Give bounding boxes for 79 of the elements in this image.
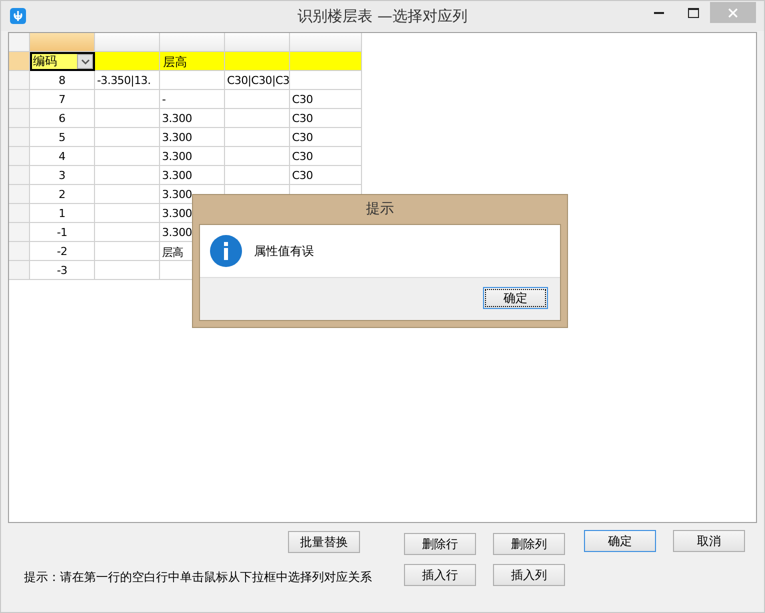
table-cell: [95, 147, 160, 166]
dialog-button[interactable]: 删除列: [493, 533, 565, 555]
table-cell: 3.300: [160, 128, 225, 147]
row-header[interactable]: [9, 90, 30, 109]
minimize-icon: [654, 12, 664, 14]
row-header[interactable]: [9, 204, 30, 223]
close-icon: [728, 8, 738, 18]
dialog-button[interactable]: 确定: [584, 530, 656, 552]
table-cell: C30: [290, 147, 362, 166]
row-header[interactable]: [9, 261, 30, 280]
table-cell: [95, 128, 160, 147]
table-cell: [95, 109, 160, 128]
table-cell: [95, 204, 160, 223]
dialog-message: 属性值有误: [254, 242, 314, 260]
table-cell: C30: [290, 166, 362, 185]
table-cell: [225, 128, 290, 147]
table-cell: 7: [30, 90, 95, 109]
row-header[interactable]: [9, 166, 30, 185]
table-cell: -1: [30, 223, 95, 242]
row-header[interactable]: [9, 147, 30, 166]
row-header[interactable]: [9, 109, 30, 128]
row-header[interactable]: [9, 71, 30, 90]
table-cell: 5: [30, 128, 95, 147]
dialog-button[interactable]: 批量替换: [288, 531, 360, 553]
row-header[interactable]: [9, 128, 30, 147]
table-cell: [225, 109, 290, 128]
maximize-icon: [688, 8, 698, 18]
column-header[interactable]: [95, 33, 160, 52]
dialog-title: 提示: [365, 200, 395, 219]
mapping-cell[interactable]: 层高: [160, 52, 225, 71]
table-cell: [95, 166, 160, 185]
dialog-button[interactable]: 取消: [673, 530, 745, 552]
column-header[interactable]: [225, 33, 290, 52]
row-header[interactable]: [9, 52, 30, 71]
app-logo-icon: [10, 8, 26, 24]
table-cell: -3: [30, 261, 95, 280]
table-cell: [95, 242, 160, 261]
table-cell: C30: [290, 109, 362, 128]
table-cell: C30|C30|C3: [225, 71, 290, 90]
table-cell: 1: [30, 204, 95, 223]
table-cell: -3.350|13.: [95, 71, 160, 90]
table-cell: 6: [30, 109, 95, 128]
table-cell: 8: [30, 71, 95, 90]
table-cell: [225, 147, 290, 166]
table-cell: 3: [30, 166, 95, 185]
mapping-cell[interactable]: [290, 52, 362, 71]
table-cell: 3.300: [160, 166, 225, 185]
table-cell: -: [160, 90, 225, 109]
column-header[interactable]: [290, 33, 362, 52]
table-cell: [225, 90, 290, 109]
table-cell: C30: [290, 128, 362, 147]
info-icon: [210, 235, 242, 267]
mapping-cell[interactable]: [225, 52, 290, 71]
table-cell: [95, 185, 160, 204]
row-header[interactable]: [9, 223, 30, 242]
column-header[interactable]: [30, 33, 95, 52]
row-header[interactable]: [9, 185, 30, 204]
table-cell: -2: [30, 242, 95, 261]
table-cell: 4: [30, 147, 95, 166]
row-header[interactable]: [9, 242, 30, 261]
table-cell: [95, 90, 160, 109]
column-header[interactable]: [160, 33, 225, 52]
mapping-cell[interactable]: [95, 52, 160, 71]
table-cell: [290, 71, 362, 90]
table-cell: [95, 223, 160, 242]
dropdown-value: 编码: [33, 53, 58, 70]
column-dropdown[interactable]: 编码: [30, 52, 95, 71]
table-cell: [160, 71, 225, 90]
table-cell: 3.300: [160, 109, 225, 128]
table-cell: 3.300: [160, 147, 225, 166]
table-cell: C30: [290, 90, 362, 109]
hint-text: 提示：请在第一行的空白行中单击鼠标从下拉框中选择列对应关系: [24, 569, 372, 586]
dialog-button[interactable]: 插入行: [404, 564, 476, 586]
ok-button[interactable]: 确定: [483, 287, 548, 309]
chevron-down-icon: [80, 58, 90, 64]
window-title: 识别楼层表 —选择对应列: [296, 7, 468, 26]
dialog-button[interactable]: 插入列: [493, 564, 565, 586]
dialog-button[interactable]: 删除行: [404, 533, 476, 555]
table-cell: 2: [30, 185, 95, 204]
